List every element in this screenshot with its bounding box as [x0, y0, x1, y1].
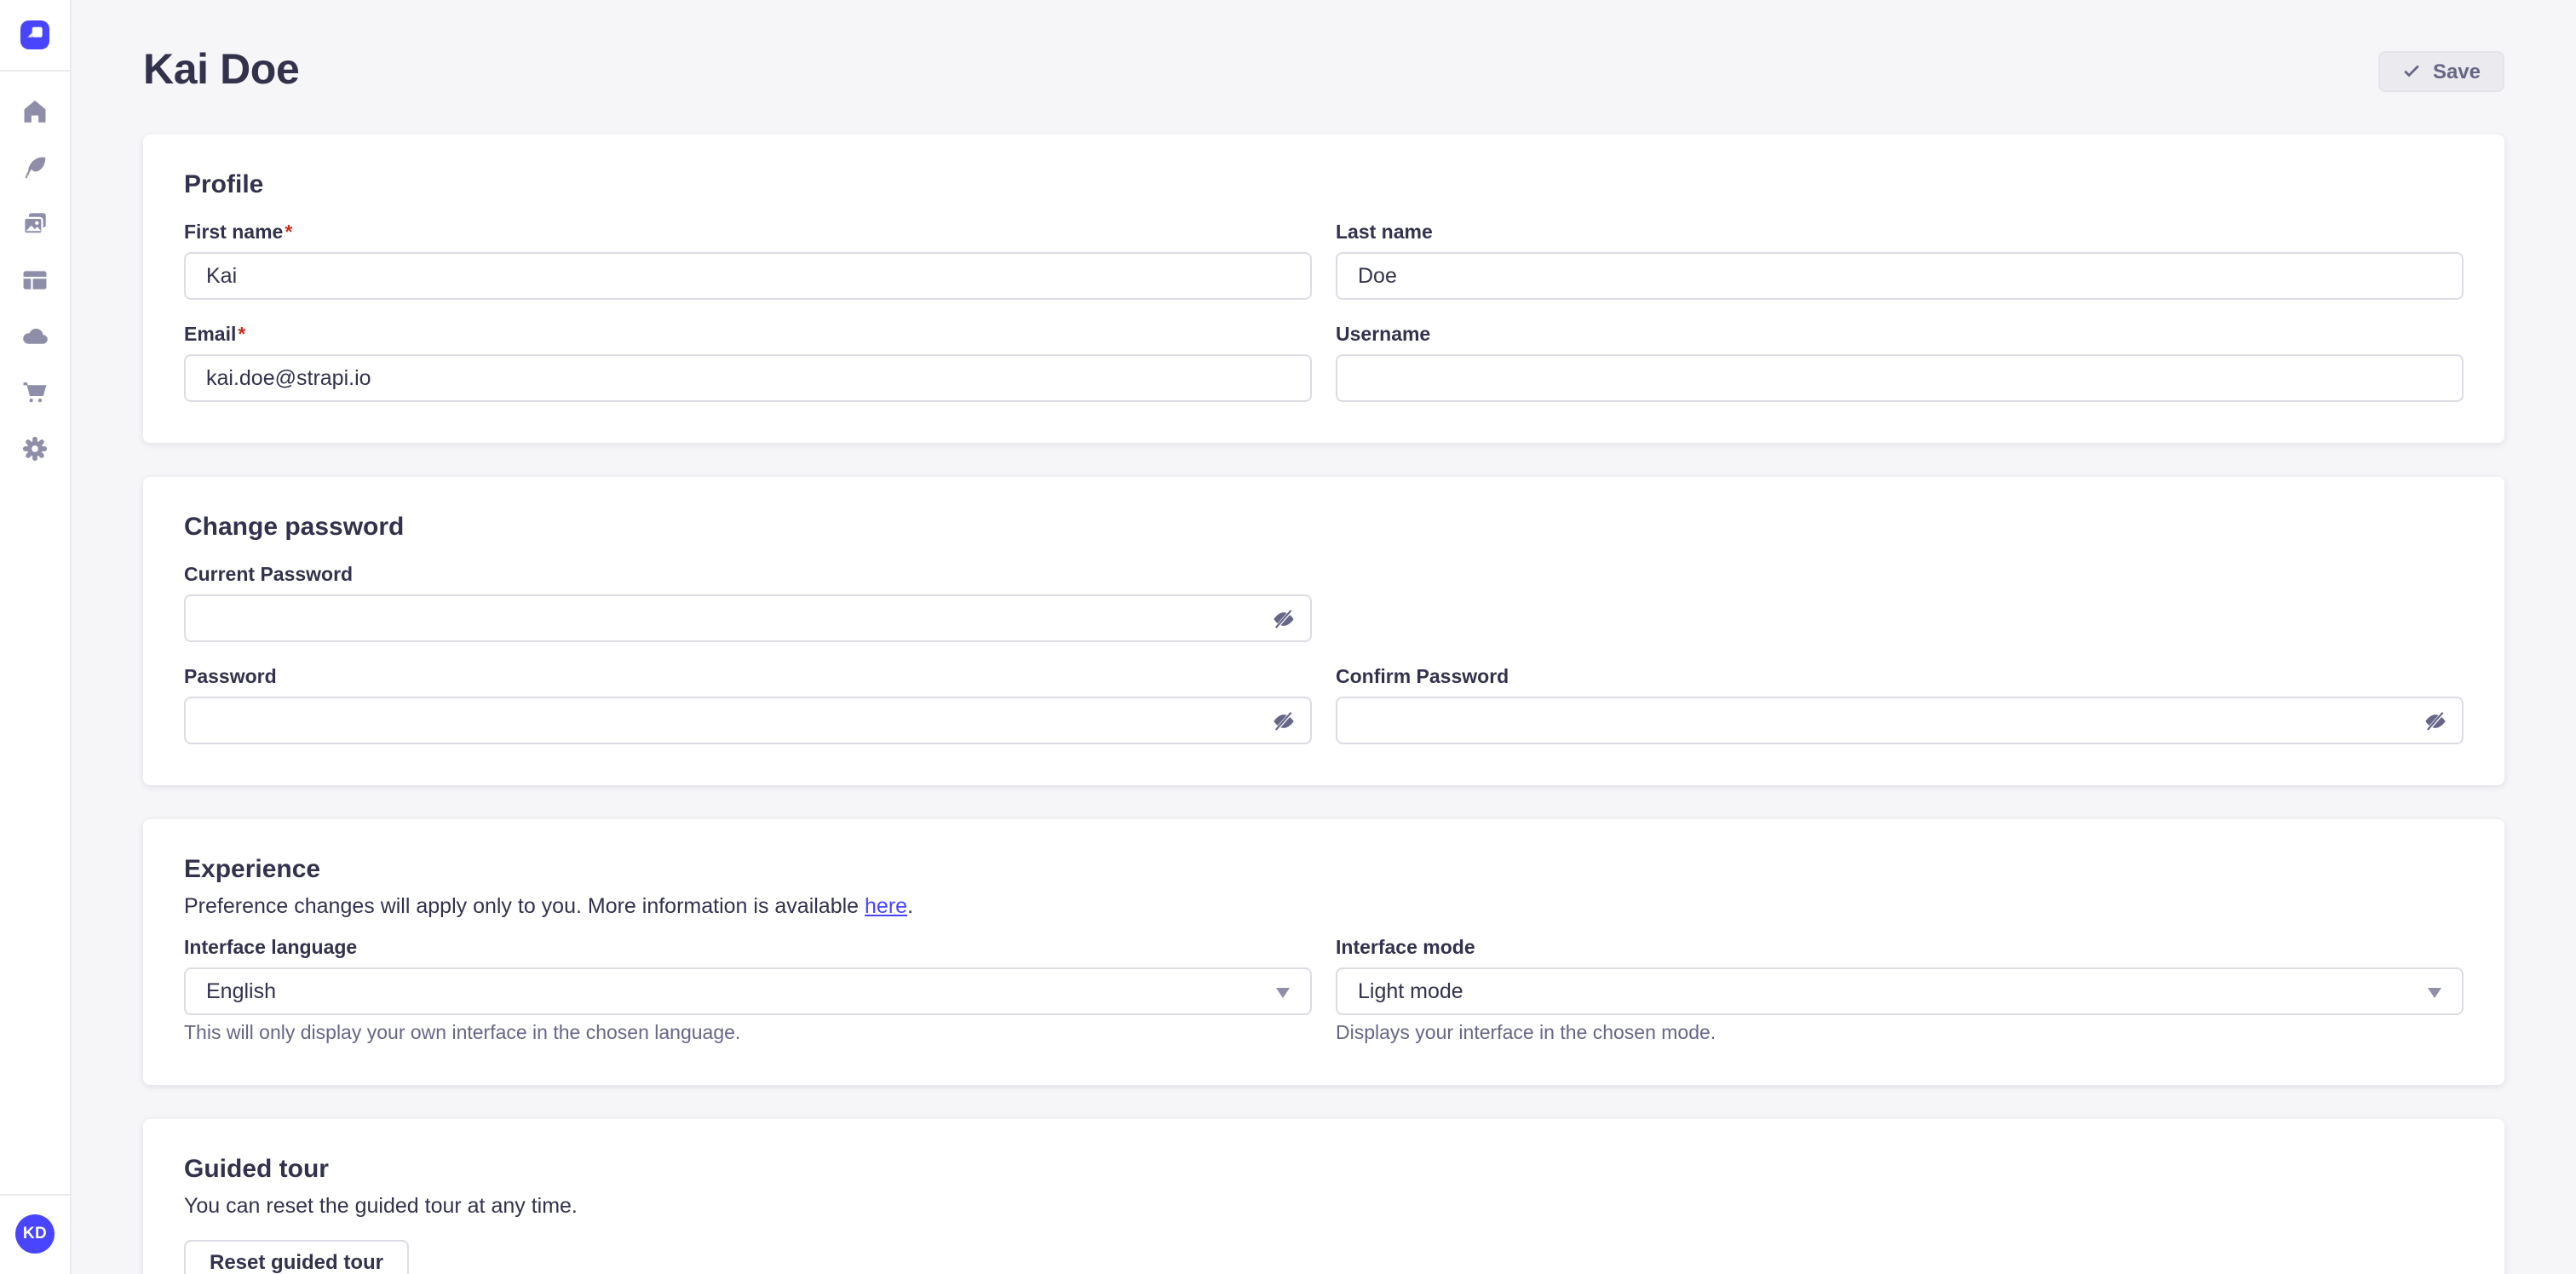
more-information-link[interactable]: here — [865, 894, 907, 918]
sidebar-footer: KD — [0, 1194, 71, 1274]
username-field: Username — [1336, 325, 2464, 402]
change-password-section-title: Change password — [184, 513, 2464, 542]
sidebar-item-marketplace[interactable] — [14, 376, 55, 407]
sidebar-item-content-manager[interactable] — [14, 152, 55, 182]
toggle-password-visibility-button[interactable] — [1269, 605, 1297, 632]
first-name-input[interactable] — [184, 252, 1312, 300]
last-name-field: Last name — [1336, 223, 2464, 300]
settings-content: Profile First name* Last name — [72, 135, 2576, 1274]
main-navigation-sidebar: KD — [0, 0, 72, 1274]
profile-section-title: Profile — [184, 170, 2464, 199]
email-input[interactable] — [184, 354, 1312, 402]
interface-language-value: English — [206, 979, 276, 1003]
save-button[interactable]: Save — [2378, 50, 2504, 91]
current-password-field: Current Password — [184, 565, 1312, 642]
sidebar-item-media-library[interactable] — [14, 208, 55, 238]
profile-section: Profile First name* Last name — [143, 135, 2504, 443]
interface-mode-select[interactable]: Light mode — [1336, 967, 2464, 1015]
feather-icon — [20, 152, 49, 181]
interface-language-label: Interface language — [184, 938, 1312, 959]
reset-guided-tour-button[interactable]: Reset guided tour — [184, 1240, 409, 1274]
page-header: Kai Doe Save — [72, 0, 2576, 135]
first-name-field: First name* — [184, 223, 1312, 300]
check-icon — [2402, 61, 2421, 80]
interface-mode-field: Interface mode Light mode Displays your … — [1336, 938, 2464, 1044]
gear-icon — [20, 433, 49, 462]
eye-off-icon — [1270, 708, 1296, 733]
images-icon — [20, 209, 49, 238]
username-input[interactable] — [1336, 354, 2464, 402]
experience-section-title: Experience — [184, 855, 2464, 884]
strapi-admin-app: KD Kai Doe Save Profile First name* — [0, 0, 2576, 1274]
interface-mode-label: Interface mode — [1336, 938, 2464, 959]
username-label: Username — [1336, 325, 2464, 346]
new-password-field: Password — [184, 668, 1312, 744]
interface-mode-value: Light mode — [1358, 979, 1463, 1003]
sidebar-item-content-type-builder[interactable] — [14, 264, 55, 295]
user-avatar[interactable]: KD — [15, 1214, 55, 1254]
sidebar-item-deploy[interactable] — [14, 320, 55, 351]
toggle-password-visibility-button[interactable] — [2421, 707, 2448, 734]
strapi-logo-glyph — [24, 24, 46, 46]
caret-down-icon — [2428, 987, 2441, 997]
save-button-label: Save — [2433, 59, 2481, 83]
email-label: Email* — [184, 325, 1312, 346]
interface-language-field: Interface language English This will onl… — [184, 938, 1312, 1044]
guided-tour-section-title: Guided tour — [184, 1155, 2464, 1184]
guided-tour-description: You can reset the guided tour at any tim… — [184, 1194, 2464, 1218]
confirm-password-field: Confirm Password — [1336, 668, 2464, 744]
page-title: Kai Doe — [143, 46, 299, 95]
eye-off-icon — [1270, 605, 1296, 631]
required-mark: * — [285, 223, 292, 244]
required-mark: * — [238, 325, 245, 346]
home-icon — [20, 96, 49, 125]
logo-container — [0, 0, 71, 72]
eye-off-icon — [2422, 708, 2447, 733]
last-name-input[interactable] — [1336, 252, 2464, 300]
new-password-label: Password — [184, 668, 1312, 688]
guided-tour-section: Guided tour You can reset the guided tou… — [143, 1119, 2504, 1274]
main-content-area: Kai Doe Save Profile First name* — [72, 0, 2576, 1274]
interface-language-select[interactable]: English — [184, 967, 1312, 1015]
confirm-password-input[interactable] — [1336, 697, 2464, 744]
experience-description: Preference changes will apply only to yo… — [184, 894, 2464, 918]
interface-mode-hint: Displays your interface in the chosen mo… — [1336, 1024, 2464, 1044]
sidebar-item-home[interactable] — [14, 95, 55, 126]
experience-section: Experience Preference changes will apply… — [143, 819, 2504, 1085]
cloud-icon — [20, 321, 49, 350]
toggle-password-visibility-button[interactable] — [1269, 707, 1297, 734]
current-password-label: Current Password — [184, 565, 1312, 586]
caret-down-icon — [1276, 987, 1290, 997]
first-name-label: First name* — [184, 223, 1312, 244]
sidebar-nav — [14, 72, 55, 463]
strapi-logo — [20, 20, 49, 49]
sidebar-item-settings[interactable] — [14, 433, 55, 463]
email-field: Email* — [184, 325, 1312, 402]
new-password-input[interactable] — [184, 697, 1312, 744]
last-name-label: Last name — [1336, 223, 2464, 244]
change-password-section: Change password Current Password — [143, 477, 2504, 785]
confirm-password-label: Confirm Password — [1336, 668, 2464, 688]
cart-icon — [20, 377, 49, 406]
current-password-input[interactable] — [184, 594, 1312, 642]
interface-language-hint: This will only display your own interfac… — [184, 1024, 1312, 1044]
layout-icon — [20, 265, 49, 294]
